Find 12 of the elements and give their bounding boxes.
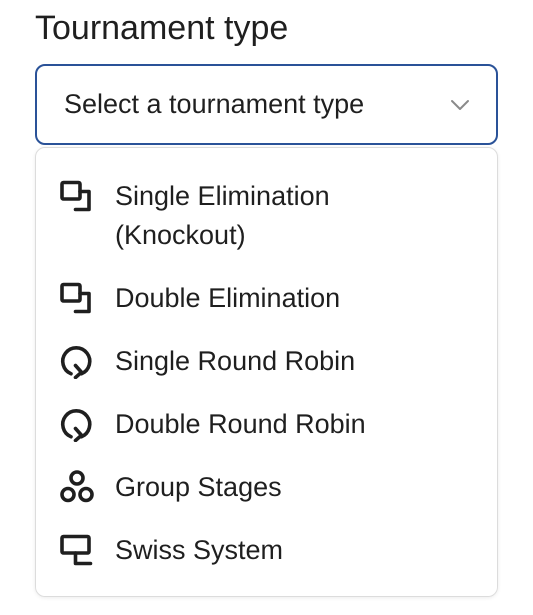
- dropdown-option[interactable]: Group Stages: [36, 456, 497, 519]
- dropdown-option[interactable]: Swiss System: [36, 519, 497, 582]
- dropdown-option[interactable]: Double Round Robin: [36, 393, 497, 456]
- field-label: Tournament type: [35, 8, 290, 49]
- dropdown-option[interactable]: Single Round Robin: [36, 330, 497, 393]
- select-placeholder: Select a tournament type: [64, 89, 364, 120]
- tournament-type-select[interactable]: Select a tournament type: [35, 64, 498, 145]
- dropdown-option[interactable]: Single Elimination (Knockout): [36, 165, 497, 267]
- chevron-down-icon: [450, 98, 470, 110]
- three-circles-icon: [59, 469, 95, 505]
- monitor-icon: [59, 532, 95, 568]
- dropdown-option[interactable]: Double Elimination: [36, 267, 497, 330]
